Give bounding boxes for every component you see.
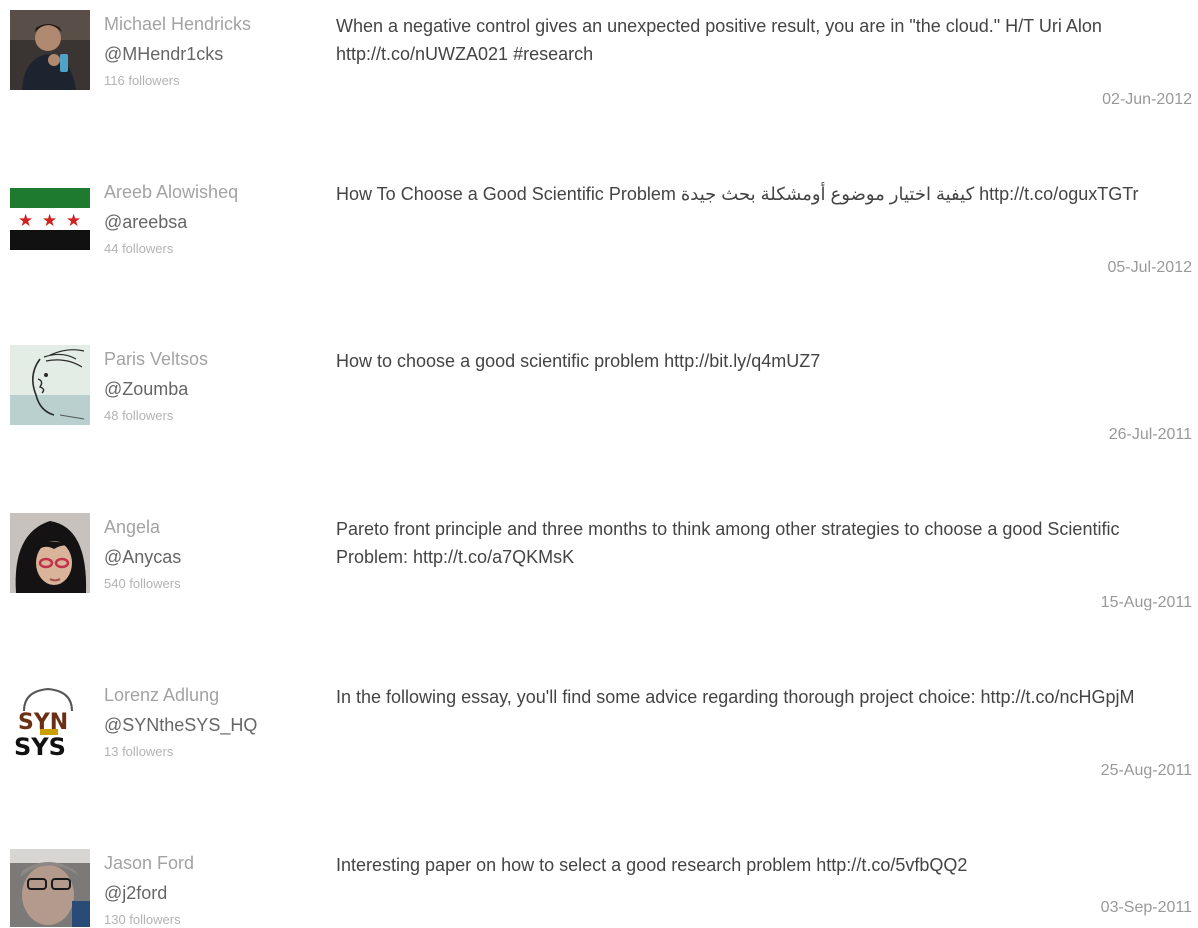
follower-count: 48 followers xyxy=(104,408,174,423)
user-handle[interactable]: @SYNtheSYS_HQ xyxy=(104,714,257,736)
user-avatar[interactable]: SYN SYS xyxy=(10,681,90,761)
syn-logo-avatar-icon: SYN SYS xyxy=(10,681,90,761)
sketch-face-avatar-icon xyxy=(10,345,90,425)
tweet-item: ★ ★ ★ Areeb Alowisheq @areebsa 44 follow… xyxy=(0,168,1198,278)
follower-count: 116 followers xyxy=(104,73,180,88)
tweet-item: SYN SYS Lorenz Adlung @SYNtheSYS_HQ 13 f… xyxy=(0,671,1198,781)
user-handle[interactable]: @j2ford xyxy=(104,882,167,904)
tweet-item: Paris Veltsos @Zoumba 48 followers How t… xyxy=(0,335,1198,445)
tweet-date[interactable]: 26-Jul-2011 xyxy=(1109,425,1192,445)
tweet-date[interactable]: 02-Jun-2012 xyxy=(1102,90,1192,110)
tweet-date[interactable]: 03-Sep-2011 xyxy=(1101,898,1192,918)
tweet-date[interactable]: 05-Jul-2012 xyxy=(1108,258,1193,278)
follower-count: 13 followers xyxy=(104,744,174,759)
person-photo-avatar-icon xyxy=(10,10,90,90)
user-handle[interactable]: @areebsa xyxy=(104,211,187,233)
user-handle[interactable]: @Zoumba xyxy=(104,378,188,400)
tweet-text: How to choose a good scientific problem … xyxy=(336,351,821,371)
user-name[interactable]: Areeb Alowisheq xyxy=(104,181,238,203)
tweet-date[interactable]: 25-Aug-2011 xyxy=(1101,761,1192,781)
flag-avatar-icon: ★ ★ ★ xyxy=(10,178,90,258)
user-name[interactable]: Angela xyxy=(104,516,160,538)
user-avatar[interactable] xyxy=(10,345,90,425)
tweet-item: Angela @Anycas 540 followers Pareto fron… xyxy=(0,503,1198,613)
follower-count: 130 followers xyxy=(104,912,181,927)
svg-text:★: ★ xyxy=(66,211,81,231)
svg-text:★: ★ xyxy=(42,211,57,231)
tweet-date[interactable]: 15-Aug-2011 xyxy=(1101,593,1192,613)
tweet-text: When a negative control gives an unexpec… xyxy=(336,16,1102,64)
svg-text:SYS: SYS xyxy=(14,733,66,761)
tweet-item: Michael Hendricks @MHendr1cks 116 follow… xyxy=(0,0,1198,110)
svg-text:★: ★ xyxy=(18,211,33,231)
tweet-text: Pareto front principle and three months … xyxy=(336,519,1120,567)
man-photo-avatar-icon xyxy=(10,849,90,927)
user-name[interactable]: Lorenz Adlung xyxy=(104,684,219,706)
user-avatar[interactable] xyxy=(10,513,90,593)
follower-count: 540 followers xyxy=(104,576,181,591)
follower-count: 44 followers xyxy=(104,241,174,256)
user-avatar[interactable] xyxy=(10,10,90,90)
user-avatar[interactable]: ★ ★ ★ xyxy=(10,178,90,258)
tweet-text: How To Choose a Good Scientific Problem … xyxy=(336,184,1139,204)
user-name[interactable]: Michael Hendricks xyxy=(104,13,251,35)
tweet-text: Interesting paper on how to select a goo… xyxy=(336,855,968,875)
user-handle[interactable]: @Anycas xyxy=(104,546,181,568)
user-name[interactable]: Jason Ford xyxy=(104,852,194,874)
user-avatar[interactable] xyxy=(10,849,90,927)
tweet-text: In the following essay, you'll find some… xyxy=(336,687,1135,707)
user-name[interactable]: Paris Veltsos xyxy=(104,348,208,370)
woman-glasses-avatar-icon xyxy=(10,513,90,593)
tweet-item: Jason Ford @j2ford 130 followers Interes… xyxy=(0,839,1198,927)
user-handle[interactable]: @MHendr1cks xyxy=(104,43,223,65)
